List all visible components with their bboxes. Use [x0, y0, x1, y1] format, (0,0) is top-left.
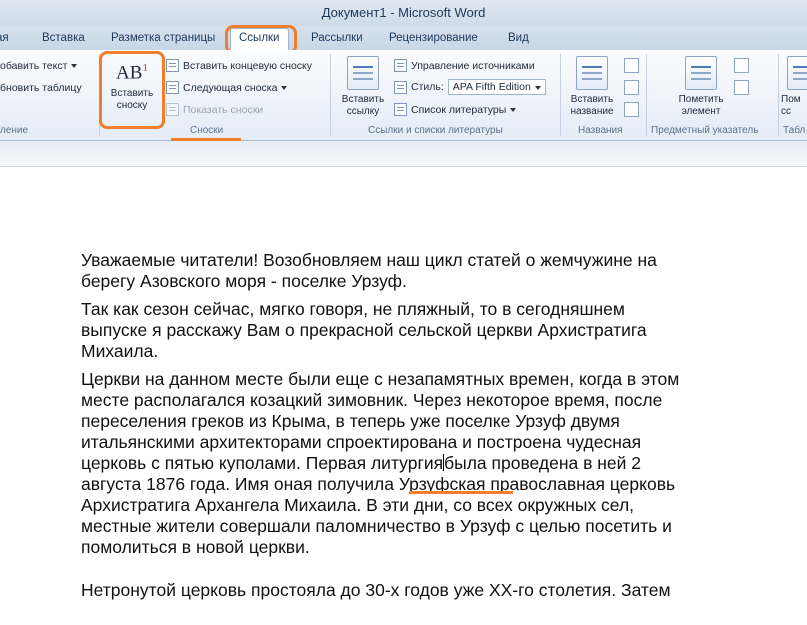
chevron-down-icon	[510, 107, 517, 112]
insert-index-icon[interactable]	[734, 58, 749, 73]
update-table-icon[interactable]	[624, 80, 639, 95]
group-separator	[560, 54, 561, 136]
manage-sources-button[interactable]: Управление источниками	[394, 59, 535, 72]
show-notes-button[interactable]: Показать сноски	[166, 103, 263, 116]
insert-citation-label-1: Вставить	[341, 94, 385, 105]
tab-view[interactable]: Вид	[508, 32, 529, 44]
style-label: Стиль:	[411, 81, 444, 93]
title-bar: Документ1 - Microsoft Word	[0, 0, 807, 26]
chevron-down-icon	[71, 64, 78, 68]
tab-insert[interactable]: Вставка	[42, 32, 85, 44]
next-footnote-button[interactable]: Следующая сноска	[166, 81, 288, 94]
add-text-label: обавить текст	[0, 60, 68, 72]
mark-citation-label-1: Пом	[781, 94, 801, 105]
toa-group-label: Табл	[783, 125, 806, 136]
ribbon-tab-row: ая Вставка Разметка страницы Ссылки Расс…	[0, 26, 807, 50]
cursor-line: церковь с пятью куполами. Первая литурги…	[81, 453, 642, 473]
manage-sources-label: Управление источниками	[411, 59, 535, 72]
paragraph: Церкви на данном месте были еще с незапа…	[81, 369, 781, 474]
mark-citation-icon	[787, 56, 807, 90]
captions-group-label: Названия	[578, 125, 623, 136]
insert-table-of-figures-icon[interactable]	[624, 58, 639, 73]
group-separator	[330, 54, 331, 136]
mark-entry-label-2: элемент	[681, 106, 721, 117]
add-text-button[interactable]: обавить текст	[0, 60, 78, 72]
insert-citation-label-2: ссылку	[346, 106, 380, 117]
show-notes-icon	[166, 103, 179, 116]
index-group-label: Предметный указатель	[651, 125, 759, 136]
tab-home-partial[interactable]: ая	[0, 32, 9, 44]
selected-word: литургия	[370, 453, 444, 473]
window-title: Документ1 - Microsoft Word	[321, 5, 486, 20]
paragraph: Уважаемые читатели! Возобновляем наш цик…	[81, 250, 657, 291]
highlight-word-underline	[409, 491, 513, 494]
citation-icon	[347, 56, 379, 90]
show-notes-label: Показать сноски	[183, 103, 264, 116]
mark-entry-icon	[685, 56, 717, 90]
tab-review[interactable]: Рецензирование	[389, 32, 478, 44]
bibliography-button[interactable]: Список литературы	[394, 103, 517, 116]
tab-page-layout[interactable]: Разметка страницы	[111, 32, 215, 44]
tab-mailings[interactable]: Рассылки	[311, 32, 363, 44]
endnote-icon	[166, 59, 179, 72]
next-footnote-icon	[166, 81, 179, 94]
mark-citation-label-2: сс	[781, 106, 791, 117]
insert-caption-button[interactable]: Вставить название	[563, 56, 621, 118]
manage-sources-icon	[394, 59, 407, 72]
insert-caption-label-2: название	[570, 106, 614, 117]
cross-reference-icon[interactable]	[624, 102, 639, 117]
footnotes-group-label: Сноски	[190, 125, 224, 136]
document-body[interactable]: Уважаемые читатели! Возобновляем наш цик…	[81, 250, 781, 608]
mark-entry-button[interactable]: Пометить элемент	[672, 56, 730, 118]
caption-icon	[576, 56, 608, 90]
style-icon	[394, 80, 407, 94]
next-footnote-label: Следующая сноска	[183, 81, 278, 94]
paragraph: Так как сезон сейчас, мягко говоря, не п…	[81, 299, 647, 361]
update-index-icon[interactable]	[734, 80, 749, 95]
ruler-area	[0, 141, 807, 167]
chevron-down-icon	[534, 86, 541, 90]
update-table-button[interactable]: бновить таблицу	[0, 82, 82, 94]
insert-endnote-label: Вставить концевую сноску	[183, 59, 312, 72]
paragraph: Нетронутой церковь простояла до 30-х год…	[81, 580, 671, 600]
insert-citation-button[interactable]: Вставить ссылку	[334, 56, 392, 118]
highlight-insert-footnote	[99, 51, 165, 129]
mark-citation-button[interactable]: Пом сс	[781, 56, 807, 118]
style-selector[interactable]: Стиль: APA Fifth Edition	[394, 79, 546, 95]
bibliography-label: Список литературы	[411, 103, 507, 116]
style-dropdown[interactable]: APA Fifth Edition	[447, 79, 546, 95]
group-separator	[778, 54, 779, 136]
toc-group-label: ление	[0, 125, 29, 136]
chevron-down-icon	[281, 85, 288, 90]
insert-endnote-button[interactable]: Вставить концевую сноску	[166, 59, 312, 72]
insert-caption-label-1: Вставить	[570, 94, 614, 105]
paragraph: августа 1876 года. Имя оная получила Урз…	[81, 474, 676, 557]
mark-entry-label-1: Пометить	[678, 94, 724, 105]
citations-group-label: Ссылки и списки литературы	[368, 125, 503, 136]
update-table-label: бновить таблицу	[0, 82, 82, 94]
bibliography-icon	[394, 103, 407, 116]
group-separator	[646, 54, 647, 136]
